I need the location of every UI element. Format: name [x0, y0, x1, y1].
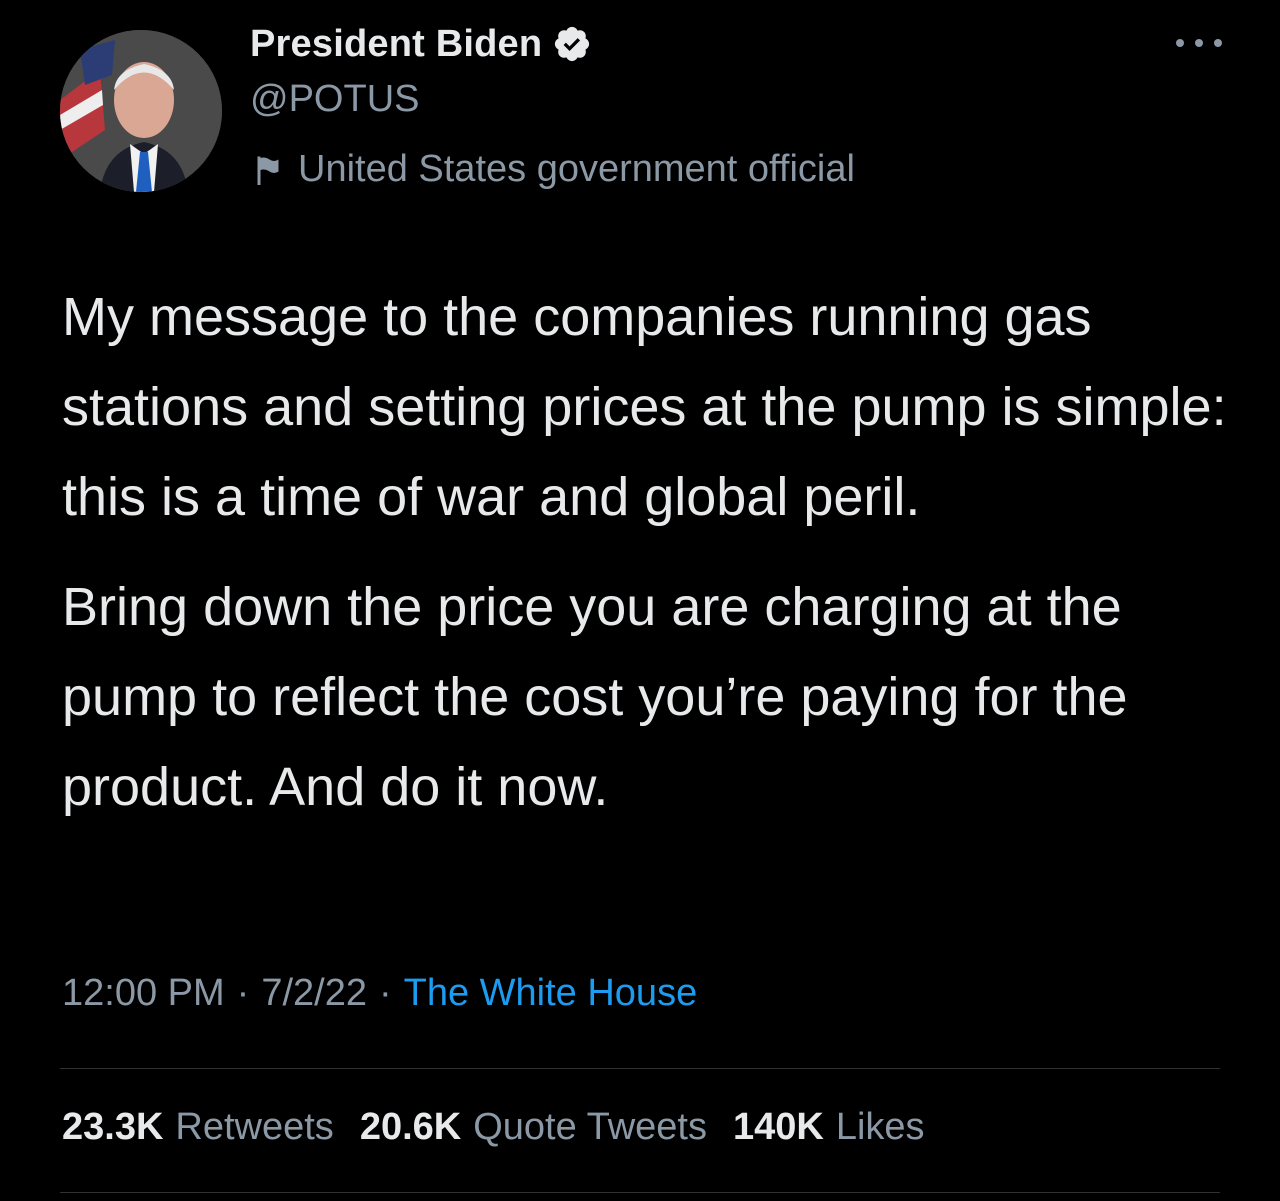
retweets-label: Retweets — [175, 1106, 334, 1148]
tweet-time[interactable]: 12:00 PM — [62, 972, 225, 1015]
tweet-source-link[interactable]: The White House — [404, 972, 698, 1015]
author-handle[interactable]: @POTUS — [250, 78, 419, 121]
tweet-date[interactable]: 7/2/22 — [261, 972, 367, 1015]
likes-label: Likes — [835, 1106, 925, 1148]
avatar-image — [60, 30, 222, 192]
author-display-name[interactable]: President Biden — [250, 23, 542, 66]
tweet-paragraph: My message to the companies running gas … — [62, 287, 1227, 527]
avatar[interactable] — [60, 30, 222, 192]
tweet-paragraph: Bring down the price you are charging at… — [62, 577, 1128, 817]
meta-separator: · — [378, 972, 392, 1014]
quote-tweets-stat[interactable]: 20.6K Quote Tweets — [360, 1106, 707, 1149]
tweet-meta: 12:00 PM · 7/2/22 · The White House — [62, 972, 697, 1015]
quote-tweets-count: 20.6K — [359, 1106, 462, 1148]
more-options-icon[interactable] — [1176, 28, 1222, 58]
author-name-row[interactable]: President Biden — [250, 18, 592, 70]
retweets-stat[interactable]: 23.3K Retweets — [62, 1106, 334, 1149]
flag-icon — [250, 152, 286, 188]
divider — [60, 1068, 1220, 1069]
government-label[interactable]: United States government official — [250, 148, 855, 191]
quote-tweets-label: Quote Tweets — [473, 1106, 707, 1148]
verified-badge-icon — [552, 24, 592, 64]
engagement-stats: 23.3K Retweets 20.6K Quote Tweets 140K Like… — [62, 1106, 951, 1149]
meta-separator: · — [236, 972, 250, 1014]
likes-count: 140K — [733, 1106, 824, 1148]
divider — [60, 1192, 1220, 1193]
likes-stat[interactable]: 140K Likes — [733, 1106, 925, 1149]
retweets-count: 23.3K — [62, 1106, 164, 1148]
tweet-text: My message to the companies running gas … — [62, 272, 1232, 832]
government-label-text: United States government official — [298, 148, 855, 190]
